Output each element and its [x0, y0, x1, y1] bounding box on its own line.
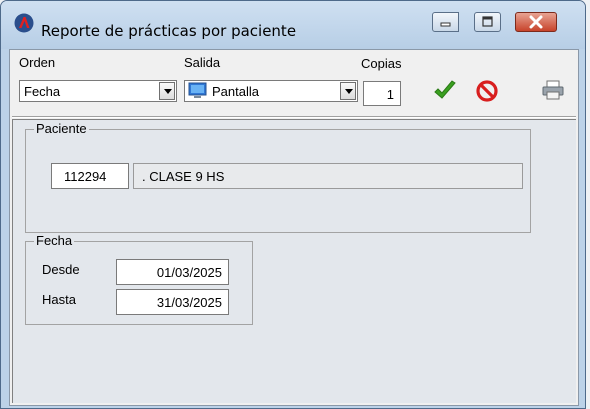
minimize-icon [440, 22, 451, 27]
paciente-id-field[interactable]: 112294 [51, 163, 129, 189]
main-panel: Paciente 112294 . CLASE 9 HS Fecha Desde… [12, 119, 576, 403]
printer-icon[interactable] [541, 79, 565, 101]
report-window: Reporte de prácticas por paciente Orden … [0, 0, 586, 409]
client-area: Orden Fecha Salida Pantalla Copias 1 Pac… [9, 49, 579, 406]
maximize-button[interactable] [474, 12, 501, 32]
paciente-legend: Paciente [34, 121, 89, 136]
copias-label: Copias [361, 56, 402, 71]
copias-field[interactable]: 1 [363, 81, 401, 106]
paciente-nombre-field: . CLASE 9 HS [133, 163, 523, 189]
orden-value: Fecha [24, 84, 61, 99]
salida-label: Salida [184, 55, 221, 70]
close-icon [529, 15, 543, 29]
minimize-button[interactable] [432, 12, 459, 32]
desde-field[interactable]: 01/03/2025 [116, 259, 229, 285]
salida-select[interactable]: Pantalla [184, 80, 358, 102]
orden-label: Orden [19, 55, 56, 70]
copias-value: 1 [386, 87, 394, 102]
orden-select[interactable]: Fecha [19, 80, 177, 102]
chevron-down-icon[interactable] [159, 82, 175, 100]
fecha-group: Fecha Desde 01/03/2025 Hasta 31/03/2025 [25, 233, 253, 325]
paciente-nombre-value: . CLASE 9 HS [142, 169, 225, 184]
desde-value: 01/03/2025 [156, 265, 222, 280]
salida-value: Pantalla [212, 84, 259, 99]
paciente-group: Paciente 112294 . CLASE 9 HS [25, 121, 531, 233]
hasta-field[interactable]: 31/03/2025 [116, 289, 229, 315]
cancel-icon[interactable] [476, 80, 498, 102]
maximize-icon [482, 16, 493, 27]
window-title: Reporte de prácticas por paciente [41, 22, 297, 40]
desde-label: Desde [42, 262, 80, 277]
title-bar[interactable]: Reporte de prácticas por paciente [1, 1, 585, 49]
hasta-label: Hasta [42, 292, 76, 307]
app-logo-icon [14, 13, 34, 33]
chevron-down-icon[interactable] [340, 82, 356, 100]
paciente-id-value: 112294 [64, 169, 107, 184]
toolbar-separator [12, 116, 576, 118]
fecha-legend: Fecha [34, 233, 75, 248]
checkmark-icon[interactable] [433, 80, 457, 102]
hasta-value: 31/03/2025 [156, 295, 222, 310]
close-button[interactable] [515, 12, 557, 32]
monitor-icon [188, 82, 207, 98]
